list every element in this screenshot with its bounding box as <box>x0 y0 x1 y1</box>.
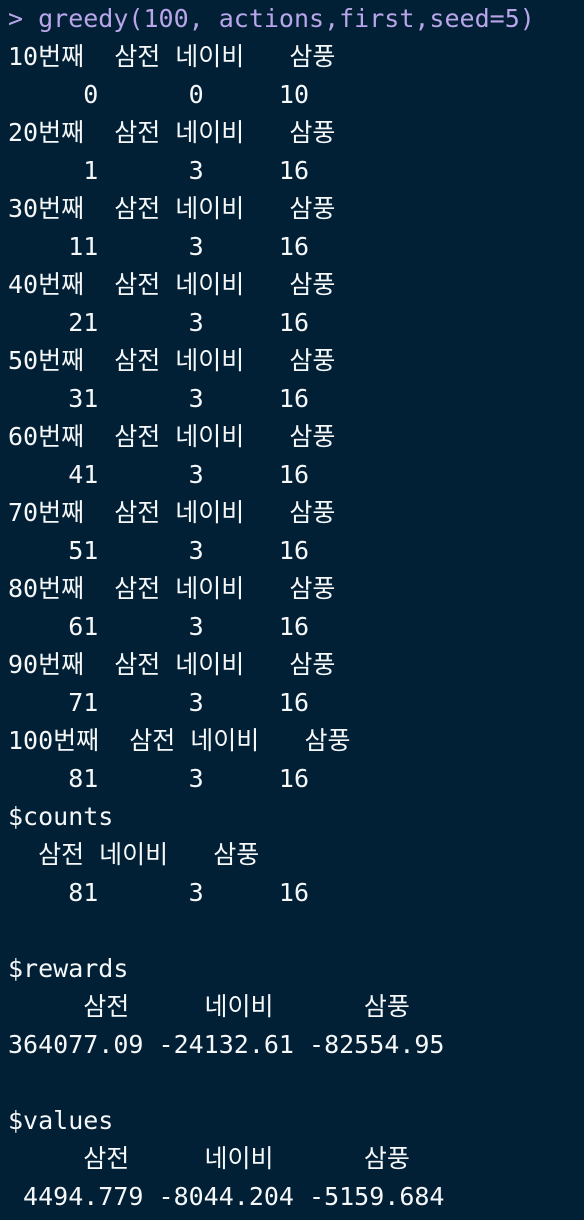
output-line: 11 3 16 <box>8 232 310 261</box>
output-line: 100번째 삼전 네이비 삼풍 <box>8 726 351 755</box>
output-line: 40번째 삼전 네이비 삼풍 <box>8 270 336 299</box>
output-line: 61 3 16 <box>8 612 310 641</box>
output-line: 70번째 삼전 네이비 삼풍 <box>8 498 336 527</box>
output-line: 41 3 16 <box>8 460 310 489</box>
output-line: 삼전 네이비 삼풍 <box>8 992 410 1021</box>
output-line: 71 3 16 <box>8 688 310 717</box>
command-line: > greedy(100, actions,first,seed=5) <box>8 4 535 33</box>
output-line: $values <box>8 1106 114 1135</box>
output-line: 90번째 삼전 네이비 삼풍 <box>8 650 336 679</box>
output-line: 51 3 16 <box>8 536 310 565</box>
output-line: 20번째 삼전 네이비 삼풍 <box>8 118 336 147</box>
output-line: $counts <box>8 802 114 831</box>
output-line: 50번째 삼전 네이비 삼풍 <box>8 346 336 375</box>
output-line: 81 3 16 <box>8 878 310 907</box>
r-console-output: > greedy(100, actions,first,seed=5) 10번째… <box>0 0 584 1220</box>
output-line: 31 3 16 <box>8 384 310 413</box>
output-line: 삼전 네이비 삼풍 <box>8 1144 410 1173</box>
output-line: 21 3 16 <box>8 308 310 337</box>
output-line: 0 0 10 <box>8 80 310 109</box>
output-line: 80번째 삼전 네이비 삼풍 <box>8 574 336 603</box>
output-line: 1 3 16 <box>8 156 310 185</box>
output-line: 30번째 삼전 네이비 삼풍 <box>8 194 336 223</box>
output-line: $rewards <box>8 954 129 983</box>
output-line: 364077.09 -24132.61 -82554.95 <box>8 1030 445 1059</box>
output-line: 삼전 네이비 삼풍 <box>8 840 260 869</box>
output-line: 81 3 16 <box>8 764 310 793</box>
output-line: 10번째 삼전 네이비 삼풍 <box>8 42 336 71</box>
output-line: 4494.779 -8044.204 -5159.684 <box>8 1182 445 1211</box>
output-line: 60번째 삼전 네이비 삼풍 <box>8 422 336 451</box>
